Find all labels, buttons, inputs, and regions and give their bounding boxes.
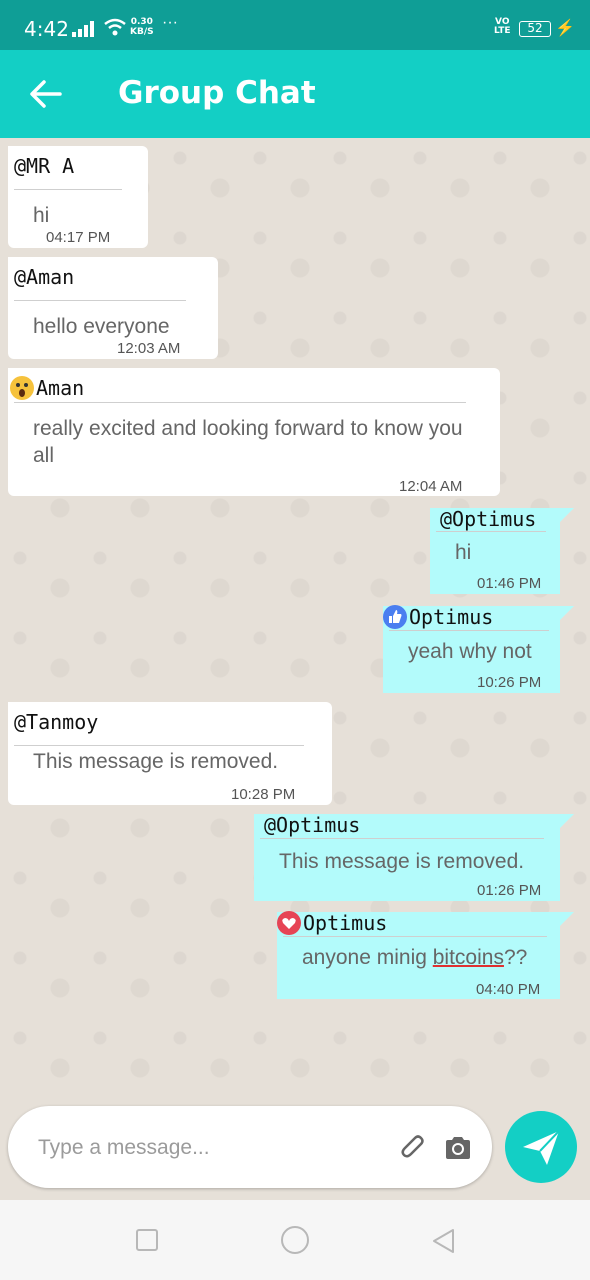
message-text: really excited and looking forward to kn… — [33, 417, 463, 467]
message-time: 04:17 PM — [46, 229, 111, 246]
message-bubble[interactable]: Aman really excited and looking forward … — [8, 368, 500, 496]
message-time: 12:04 AM — [399, 478, 463, 495]
sender-divider — [283, 936, 547, 937]
thumbs-up-icon — [383, 605, 407, 629]
home-icon[interactable] — [281, 1226, 309, 1254]
wow-emoji-icon — [10, 376, 34, 400]
speed-value: 0.30 — [130, 17, 153, 27]
back-triangle-icon[interactable] — [430, 1227, 456, 1255]
message-sender: @MR A — [14, 154, 75, 178]
battery-icon: 52 — [519, 21, 551, 37]
sender-name: Optimus — [303, 911, 388, 935]
more-notifications-icon: ··· — [162, 14, 178, 31]
message-text: anyone minig bitcoins?? — [302, 944, 527, 971]
chat-area[interactable]: @MR A hi 04:17 PM @Aman hello everyone 1… — [0, 138, 590, 1102]
message-time: 01:26 PM — [477, 882, 542, 899]
volte-bottom: LTE — [494, 26, 511, 36]
message-sender: Optimus — [383, 605, 493, 629]
misspelled-word[interactable]: bitcoins — [433, 946, 504, 969]
app-bar: Group Chat — [0, 50, 590, 138]
message-bubble[interactable]: @Aman hello everyone 12:03 AM — [8, 257, 218, 359]
sender-name: Aman — [36, 376, 85, 400]
message-input[interactable] — [38, 1133, 378, 1163]
heart-icon — [277, 911, 301, 935]
message-bubble[interactable]: Optimus yeah why not 10:26 PM — [383, 605, 574, 693]
sender-divider — [260, 838, 544, 839]
message-bubble[interactable]: Optimus anyone minig bitcoins?? 04:40 PM — [277, 911, 574, 999]
signal-icon — [72, 21, 94, 37]
message-time: 10:26 PM — [477, 674, 542, 691]
send-button[interactable] — [505, 1111, 577, 1183]
message-time: 12:03 AM — [117, 340, 181, 357]
sender-divider — [436, 531, 546, 532]
sender-divider — [14, 402, 466, 403]
sender-name: Optimus — [409, 605, 494, 629]
speed-unit: KB/S — [130, 27, 154, 37]
arrow-left-icon[interactable] — [26, 76, 66, 112]
paperclip-icon[interactable] — [398, 1133, 428, 1163]
message-sender: @Optimus — [264, 813, 361, 837]
message-time: 01:46 PM — [477, 575, 542, 592]
message-sender: @Tanmoy — [14, 710, 99, 734]
page-title: Group Chat — [118, 75, 316, 111]
message-text: This message is removed. — [279, 850, 525, 873]
sender-divider — [14, 300, 186, 301]
message-text-end: ?? — [503, 946, 528, 969]
volte-indicator: VO LTE — [494, 18, 511, 36]
message-bubble[interactable]: @Optimus hi 01:46 PM — [430, 507, 574, 594]
message-text: hello everyone — [33, 315, 170, 338]
wifi-icon — [104, 18, 126, 36]
message-text: This message is removed. — [33, 750, 279, 773]
message-text-start: anyone minig — [302, 946, 433, 969]
message-text: yeah why not — [408, 640, 532, 663]
message-sender: Optimus — [277, 911, 387, 935]
sender-divider — [389, 630, 549, 631]
message-time: 04:40 PM — [476, 981, 541, 998]
message-text: hi — [455, 541, 472, 564]
message-sender: @Aman — [14, 265, 75, 289]
send-icon — [523, 1130, 560, 1165]
system-nav-bar — [0, 1200, 590, 1280]
recent-apps-icon[interactable] — [136, 1229, 158, 1251]
camera-icon[interactable] — [444, 1135, 472, 1161]
message-sender: @Optimus — [440, 507, 537, 531]
message-sender: Aman — [10, 376, 84, 400]
message-bubble[interactable]: @Tanmoy This message is removed. 10:28 P… — [8, 702, 332, 805]
sender-divider — [14, 189, 122, 190]
message-bubble[interactable]: @MR A hi 04:17 PM — [8, 146, 148, 248]
message-bubble[interactable]: @Optimus This message is removed. 01:26 … — [254, 813, 574, 901]
message-text: hi — [33, 204, 50, 227]
message-time: 10:28 PM — [231, 786, 296, 803]
status-time: 4:42 — [24, 17, 69, 41]
sender-divider — [14, 745, 304, 746]
message-composer — [8, 1106, 492, 1188]
network-speed: 0.30 KB/S — [130, 17, 154, 37]
status-bar: 4:42 0.30 KB/S ··· VO LTE 52 ⚡ — [0, 0, 590, 50]
charging-icon: ⚡ — [555, 20, 575, 37]
